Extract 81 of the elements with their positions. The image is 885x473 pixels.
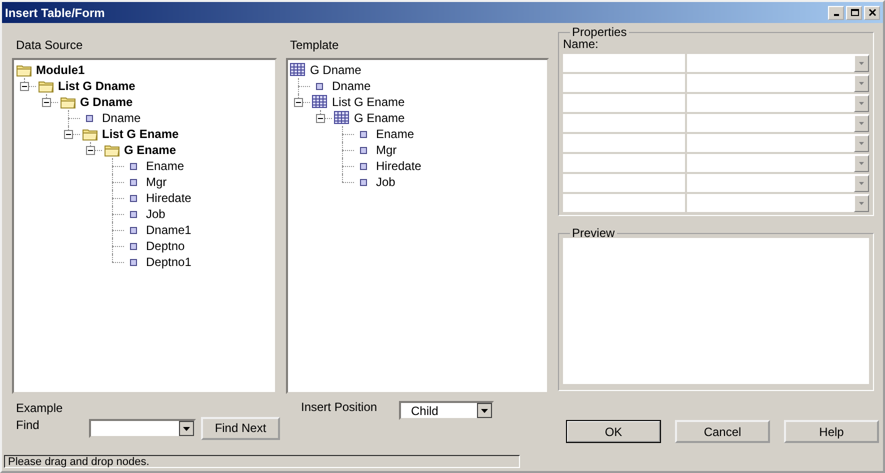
property-value-cell[interactable]: [687, 114, 869, 132]
tree-item[interactable]: Hiredate: [146, 191, 192, 205]
status-bar: Please drag and drop nodes.: [4, 455, 520, 468]
collapse-toggle[interactable]: [20, 82, 29, 91]
dialog-button[interactable]: Help: [784, 420, 879, 443]
dialog-button[interactable]: Cancel: [675, 420, 770, 443]
tree-item[interactable]: Job: [146, 207, 166, 221]
tree-item[interactable]: G Ename: [354, 111, 405, 125]
collapse-toggle[interactable]: [86, 146, 95, 155]
property-name-cell[interactable]: [563, 74, 685, 92]
table-icon: [334, 110, 350, 126]
close-button[interactable]: [864, 6, 880, 20]
panel-label: Template: [290, 38, 340, 52]
field-icon: [316, 82, 323, 90]
group-title: Preview: [571, 226, 616, 240]
tree-item[interactable]: Mgr: [376, 143, 397, 157]
tree-item[interactable]: Mgr: [146, 175, 167, 189]
dialog-button[interactable]: OK: [566, 420, 661, 443]
name-label: Name:: [563, 37, 598, 51]
field-icon: [360, 146, 367, 154]
panel-label: Data Source: [16, 38, 84, 52]
field-icon: [130, 162, 137, 170]
tree-item[interactable]: Job: [376, 175, 396, 189]
property-value-cell[interactable]: [687, 94, 869, 112]
property-name-cell[interactable]: [563, 114, 685, 132]
example-label: Example: [16, 400, 64, 414]
tree-item[interactable]: G Dname: [310, 63, 362, 77]
field-icon: [86, 114, 93, 122]
tree-item[interactable]: Ename: [146, 159, 184, 173]
tree-item[interactable]: Deptno: [146, 239, 185, 253]
property-value-cell[interactable]: [687, 194, 869, 212]
property-name-cell[interactable]: [563, 174, 685, 192]
tree-item[interactable]: Dname: [102, 111, 141, 125]
property-name-cell[interactable]: [563, 154, 685, 172]
tree-item[interactable]: List G Ename: [102, 127, 179, 141]
property-name-cell[interactable]: [563, 54, 685, 72]
tree-item[interactable]: G Dname: [80, 95, 133, 109]
field-icon: [130, 258, 137, 266]
tree-item[interactable]: Deptno1: [146, 255, 192, 269]
table-icon: [290, 62, 306, 78]
find-label: Find: [16, 418, 40, 432]
window-title: Insert Table/Form: [5, 6, 106, 20]
tree-item[interactable]: List G Ename: [332, 95, 405, 109]
property-name-cell[interactable]: [563, 134, 685, 152]
property-value-cell[interactable]: [687, 154, 869, 172]
insert-position-label: Insert Position: [301, 400, 378, 414]
property-value-cell[interactable]: [687, 134, 869, 152]
tree-item[interactable]: Ename: [376, 127, 414, 141]
tree-item[interactable]: List G Dname: [58, 79, 136, 93]
tree-item[interactable]: Module1: [36, 63, 85, 77]
property-name-cell[interactable]: [563, 94, 685, 112]
tree-item[interactable]: Hiredate: [376, 159, 422, 173]
collapse-toggle[interactable]: [316, 114, 325, 123]
field-icon: [130, 194, 137, 202]
group-title: Properties: [571, 25, 628, 39]
field-icon: [360, 130, 367, 138]
find-next-button[interactable]: Find Next: [201, 416, 280, 440]
field-icon: [130, 226, 137, 234]
collapse-toggle[interactable]: [294, 98, 303, 107]
find-combo[interactable]: [89, 418, 196, 438]
field-icon: [360, 162, 367, 170]
minimize-icon: [834, 14, 838, 16]
tree-item[interactable]: Dname1: [146, 223, 192, 237]
insert-position-combo[interactable]: Child: [399, 401, 494, 420]
maximize-button[interactable]: [846, 6, 862, 20]
table-icon: [312, 94, 328, 110]
minimize-button[interactable]: [828, 6, 844, 20]
close-icon: [868, 8, 876, 16]
collapse-toggle[interactable]: [42, 98, 51, 107]
field-icon: [130, 242, 137, 250]
field-icon: [360, 178, 367, 186]
property-value-cell[interactable]: [687, 54, 869, 72]
field-icon: [130, 210, 137, 218]
property-value-cell[interactable]: [687, 174, 869, 192]
maximize-icon: [850, 8, 858, 16]
field-icon: [130, 178, 137, 186]
tree-item[interactable]: Dname: [332, 79, 371, 93]
property-name-cell[interactable]: [563, 194, 685, 212]
tree-item[interactable]: G Ename: [124, 143, 176, 157]
collapse-toggle[interactable]: [64, 130, 73, 139]
property-value-cell[interactable]: [687, 74, 869, 92]
